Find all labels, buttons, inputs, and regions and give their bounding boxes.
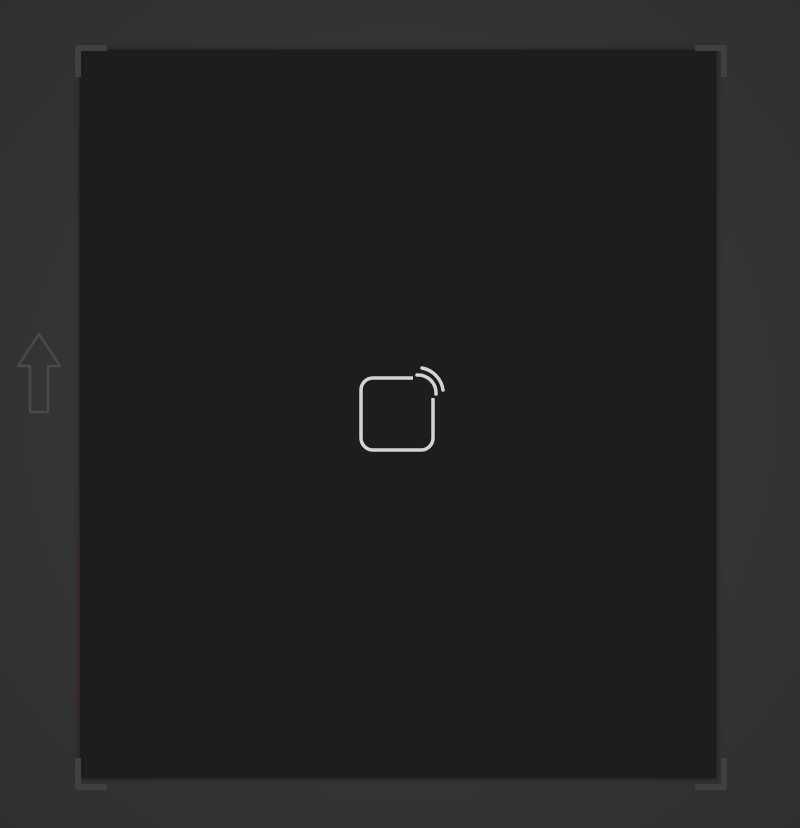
tap-to-pay-icon[interactable] [355,366,447,458]
corner-bracket-bottom-right [695,758,727,790]
corner-bracket-bottom-left [75,758,107,790]
frame-edge-highlight [78,480,80,780]
arrow-up-icon [16,332,62,414]
corner-bracket-top-left [75,45,107,77]
corner-bracket-top-right [695,45,727,77]
